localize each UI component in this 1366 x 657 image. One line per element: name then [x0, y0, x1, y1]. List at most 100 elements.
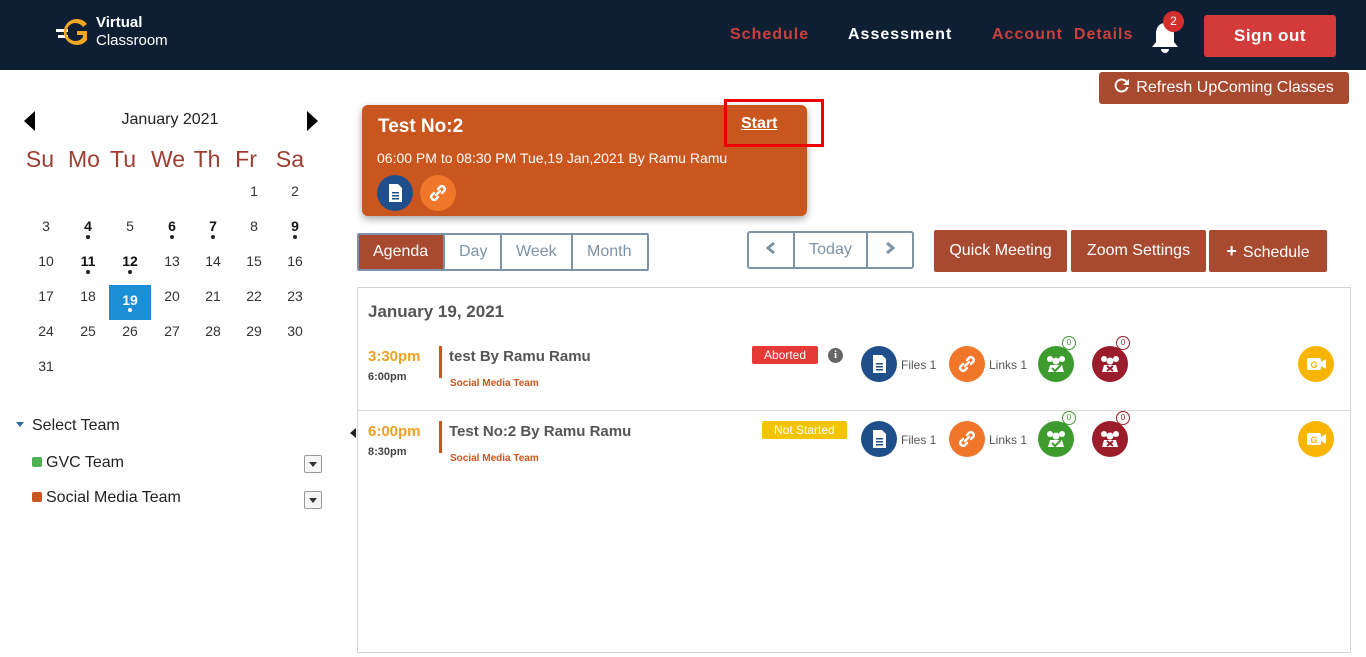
attendees-joined-icon[interactable] [1038, 346, 1074, 382]
calendar-day[interactable]: 31 [25, 356, 67, 391]
app-logo[interactable]: Virtual Classroom [56, 14, 186, 56]
select-team-toggle[interactable]: Select Team [16, 417, 120, 435]
calendar-day[interactable]: 8 [233, 216, 275, 251]
calendar-day[interactable]: 20 [151, 286, 193, 321]
calendar-day-number: 26 [122, 323, 138, 339]
calendar-day[interactable]: 13 [151, 251, 193, 286]
event-team: Social Media Team [450, 453, 539, 464]
sign-out-button[interactable]: Sign out [1204, 15, 1336, 57]
calendar-day[interactable]: 21 [192, 286, 234, 321]
calendar-day[interactable]: 15 [233, 251, 275, 286]
team-dropdown-button[interactable] [304, 491, 322, 509]
event-start-time: 3:30pm [368, 348, 421, 365]
team-item-social-media[interactable]: Social Media Team [32, 489, 181, 507]
calendar-day[interactable]: 30 [274, 321, 316, 356]
attendees-absent-icon[interactable] [1092, 421, 1128, 457]
calendar-day[interactable]: 17 [25, 286, 67, 321]
links-icon[interactable] [949, 346, 985, 382]
event-indicator-dot [128, 270, 132, 274]
team-dropdown-button[interactable] [304, 455, 322, 473]
tab-month[interactable]: Month [573, 235, 647, 269]
calendar-day[interactable]: 26 [109, 321, 151, 356]
event-end-time: 6:00pm [368, 371, 407, 383]
prev-period-button[interactable] [749, 233, 795, 267]
sidebar-collapse-icon[interactable] [350, 428, 356, 438]
zoom-settings-button[interactable]: Zoom Settings [1071, 230, 1206, 272]
link-icon[interactable] [420, 175, 456, 211]
document-icon[interactable] [377, 175, 413, 211]
calendar-day-number: 8 [250, 218, 258, 234]
calendar-day-number: 3 [42, 218, 50, 234]
info-icon[interactable]: i [828, 348, 843, 363]
absent-count-badge: 0 [1116, 411, 1130, 425]
calendar-day[interactable]: 24 [25, 321, 67, 356]
calendar-day[interactable]: 5 [109, 216, 151, 251]
tab-day[interactable]: Day [445, 235, 502, 269]
agenda-event-row[interactable]: 6:00pm 8:30pm Test No:2 By Ramu Ramu Soc… [358, 411, 1350, 486]
calendar-day-number: 14 [205, 253, 221, 269]
video-camera-icon[interactable]: G [1298, 421, 1334, 457]
calendar-day[interactable]: 25 [67, 321, 109, 356]
chevron-right-icon [886, 241, 896, 255]
team-item-gvc[interactable]: GVC Team [32, 454, 124, 472]
calendar-day[interactable]: 29 [233, 321, 275, 356]
calendar-day[interactable]: 3 [25, 216, 67, 251]
weekday-label: Su [25, 146, 55, 172]
tab-week[interactable]: Week [502, 235, 573, 269]
svg-text:G: G [1310, 360, 1317, 370]
calendar-month-label: January 2021 [121, 111, 219, 128]
calendar-day[interactable]: 14 [192, 251, 234, 286]
calendar-day[interactable]: 11 [67, 251, 109, 286]
view-tabs: Agenda Day Week Month [357, 233, 649, 271]
calendar-day[interactable]: 6 [151, 216, 193, 251]
calendar-next-arrow-icon[interactable] [307, 111, 318, 131]
calendar-day-number: 7 [209, 218, 217, 234]
calendar-day[interactable]: 7 [192, 216, 234, 251]
calendar-day[interactable]: 10 [25, 251, 67, 286]
agenda-event-row[interactable]: 3:30pm 6:00pm test By Ramu Ramu Social M… [358, 336, 1350, 411]
calendar-day[interactable]: 2 [274, 181, 316, 216]
nav-account-details[interactable]: Account Details [992, 26, 1133, 44]
links-icon[interactable] [949, 421, 985, 457]
plus-icon: + [1226, 241, 1237, 261]
calendar-day[interactable]: 16 [274, 251, 316, 286]
calendar-day[interactable]: 22 [233, 286, 275, 321]
calendar-day-number: 21 [205, 288, 221, 304]
calendar-day[interactable]: 18 [67, 286, 109, 321]
event-title[interactable]: Test No:2 By Ramu Ramu [449, 423, 631, 440]
attendees-absent-icon[interactable] [1092, 346, 1128, 382]
calendar-day[interactable]: 4 [67, 216, 109, 251]
calendar-day[interactable]: 12 [109, 251, 151, 286]
brand-line1: Virtual [96, 14, 143, 31]
calendar-day[interactable]: 27 [151, 321, 193, 356]
files-icon[interactable] [861, 421, 897, 457]
team-name: GVC Team [46, 454, 124, 471]
calendar-day[interactable]: 23 [274, 286, 316, 321]
video-camera-icon[interactable]: G [1298, 346, 1334, 382]
calendar-day-number: 18 [80, 288, 96, 304]
nav-schedule[interactable]: Schedule [730, 26, 809, 44]
event-indicator-dot [170, 235, 174, 239]
today-button[interactable]: Today [795, 233, 868, 267]
chevron-left-icon [765, 241, 775, 255]
refresh-upcoming-button[interactable]: Refresh UpComing Classes [1099, 72, 1349, 104]
calendar-day-number: 17 [38, 288, 54, 304]
calendar-day-number: 5 [126, 218, 134, 234]
calendar-day[interactable]: 1 [233, 181, 275, 216]
quick-meeting-button[interactable]: Quick Meeting [934, 230, 1067, 272]
team-name: Social Media Team [46, 489, 181, 506]
next-period-button[interactable] [868, 233, 912, 267]
nav-assessment[interactable]: Assessment [848, 26, 952, 44]
calendar-prev-arrow-icon[interactable] [24, 111, 35, 131]
refresh-icon [1114, 78, 1130, 93]
weekday-label: We [150, 146, 186, 172]
event-title[interactable]: test By Ramu Ramu [449, 348, 591, 365]
tab-agenda[interactable]: Agenda [359, 235, 445, 269]
schedule-button[interactable]: + Schedule [1209, 230, 1327, 272]
calendar-day-number: 12 [122, 253, 138, 269]
attendees-joined-icon[interactable] [1038, 421, 1074, 457]
calendar-day[interactable]: 19 [109, 285, 151, 320]
calendar-day[interactable]: 9 [274, 216, 316, 251]
files-icon[interactable] [861, 346, 897, 382]
calendar-day[interactable]: 28 [192, 321, 234, 356]
